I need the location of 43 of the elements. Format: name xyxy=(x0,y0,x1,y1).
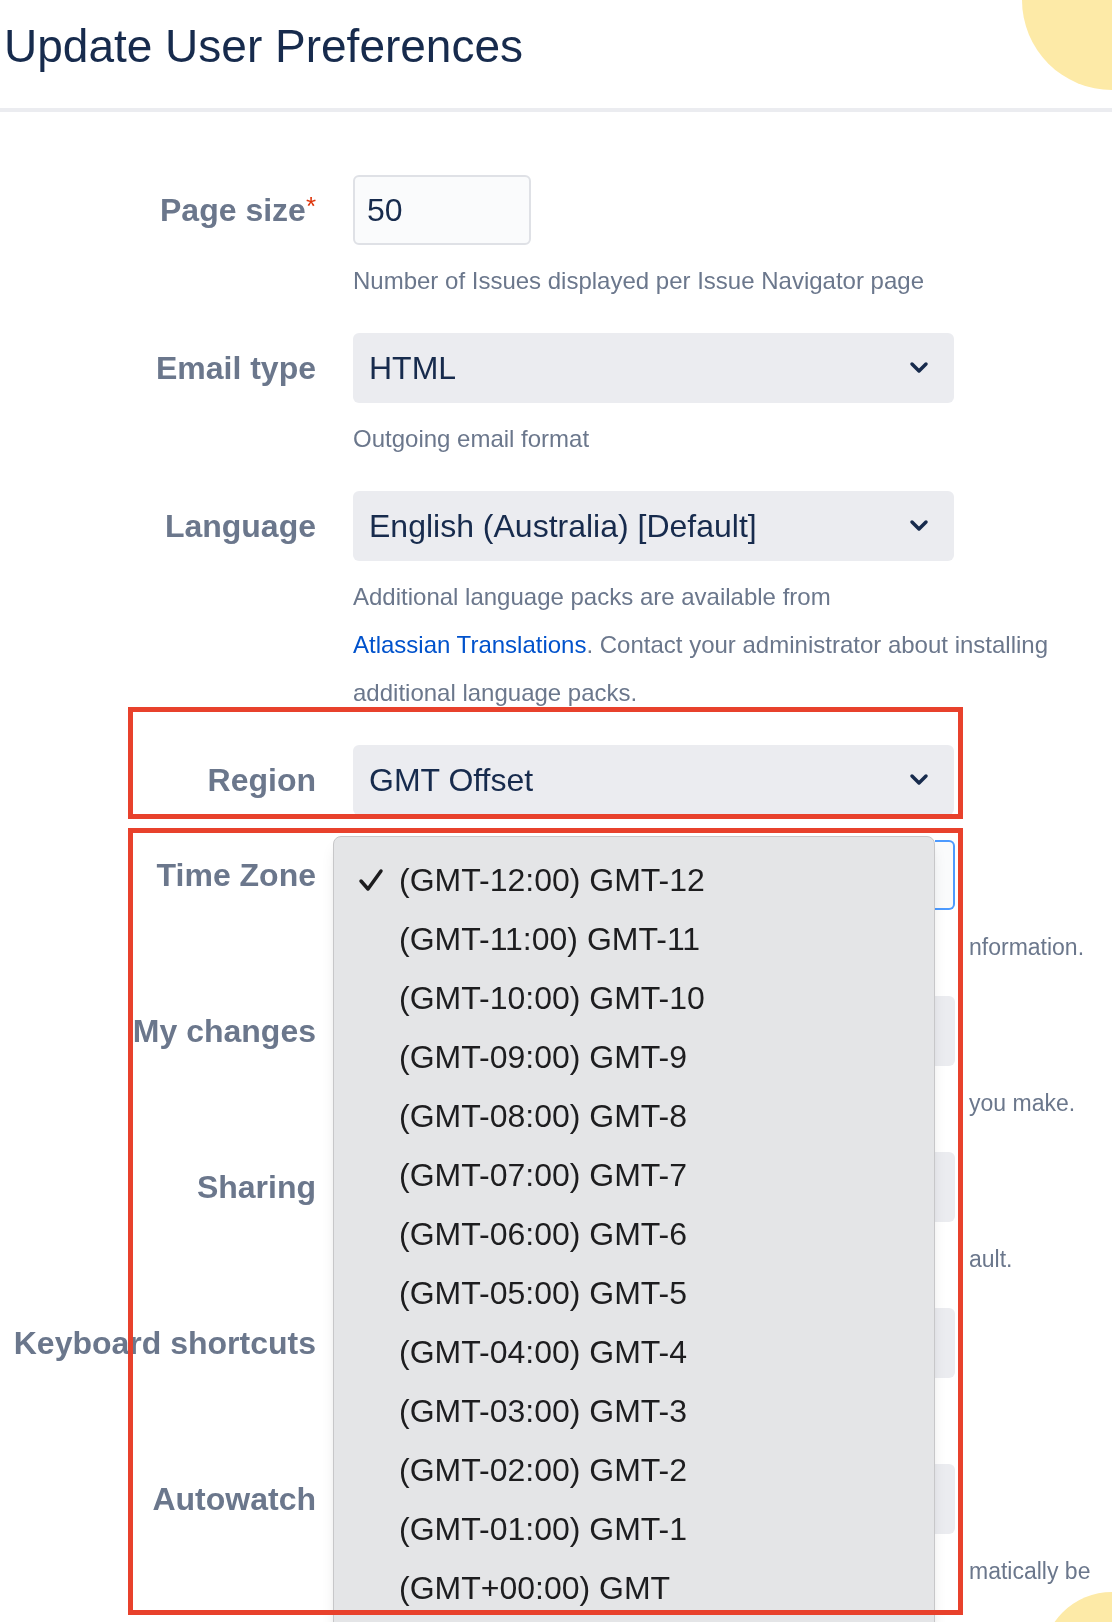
field-hint: ault. xyxy=(969,1246,1013,1272)
timezone-option[interactable]: (GMT-01:00) GMT-1 xyxy=(334,1499,934,1558)
translations-link[interactable]: Atlassian Translations xyxy=(353,631,587,658)
timezone-option[interactable]: (GMT-08:00) GMT-8 xyxy=(334,1086,934,1145)
select-field-edge[interactable] xyxy=(935,840,955,910)
field-hint: Additional language packs are available from Atlassian Translations. Contact your administrator about installing additional language packs. xyxy=(353,582,1050,708)
chevron-down-icon xyxy=(908,519,930,533)
select-field-edge[interactable] xyxy=(935,1152,955,1222)
select-field[interactable]: HTML xyxy=(353,333,954,403)
field-label: Region xyxy=(207,761,316,800)
field-label: Email type xyxy=(155,349,316,388)
field-hint: nformation. xyxy=(969,934,1085,960)
field-label: Time Zone xyxy=(156,856,316,895)
field-label: Sharing xyxy=(196,1168,316,1207)
field-label: Language xyxy=(164,507,316,546)
select-field-edge[interactable] xyxy=(935,996,955,1066)
timezone-option[interactable]: (GMT-02:00) GMT-2 xyxy=(334,1440,934,1499)
chevron-down-icon xyxy=(908,361,930,375)
select-field[interactable]: GMT Offset xyxy=(353,745,954,815)
select-field[interactable]: English (Australia) [Default] xyxy=(353,491,954,561)
timezone-option[interactable]: (GMT-05:00) GMT-5 xyxy=(334,1263,934,1322)
timezone-option[interactable]: (GMT-12:00) GMT-12 xyxy=(334,850,934,909)
timezone-option[interactable]: (GMT-09:00) GMT-9 xyxy=(334,1027,934,1086)
field-hint: matically be xyxy=(969,1558,1091,1584)
field-hint: Outgoing email format xyxy=(353,424,591,454)
timezone-option[interactable]: (GMT-11:00) GMT-11 xyxy=(334,909,934,968)
select-field-edge[interactable] xyxy=(935,1464,955,1534)
page-title: Update User Preferences xyxy=(4,18,524,74)
field-hint: Number of Issues displayed per Issue Navigator page xyxy=(353,266,925,296)
select-field-edge[interactable] xyxy=(935,1308,955,1378)
field-label: My changes xyxy=(132,1012,316,1051)
timezone-option[interactable]: (GMT-10:00) GMT-10 xyxy=(334,968,934,1027)
page-size-input[interactable]: 50 xyxy=(353,175,531,245)
timezone-option[interactable]: (GMT-06:00) GMT-6 xyxy=(334,1204,934,1263)
chevron-down-icon xyxy=(908,773,930,787)
timezone-option[interactable]: (GMT-07:00) GMT-7 xyxy=(334,1145,934,1204)
timezone-option[interactable]: (GMT+00:00) GMT xyxy=(334,1558,934,1617)
timezone-option[interactable]: (GMT-03:00) GMT-3 xyxy=(334,1381,934,1440)
field-hint: you make. xyxy=(969,1090,1076,1116)
required-asterisk: * xyxy=(305,190,316,223)
timezone-option[interactable]: (GMT-04:00) GMT-4 xyxy=(334,1322,934,1381)
field-label: Page size xyxy=(160,191,306,230)
field-label: Autowatch xyxy=(152,1480,316,1519)
